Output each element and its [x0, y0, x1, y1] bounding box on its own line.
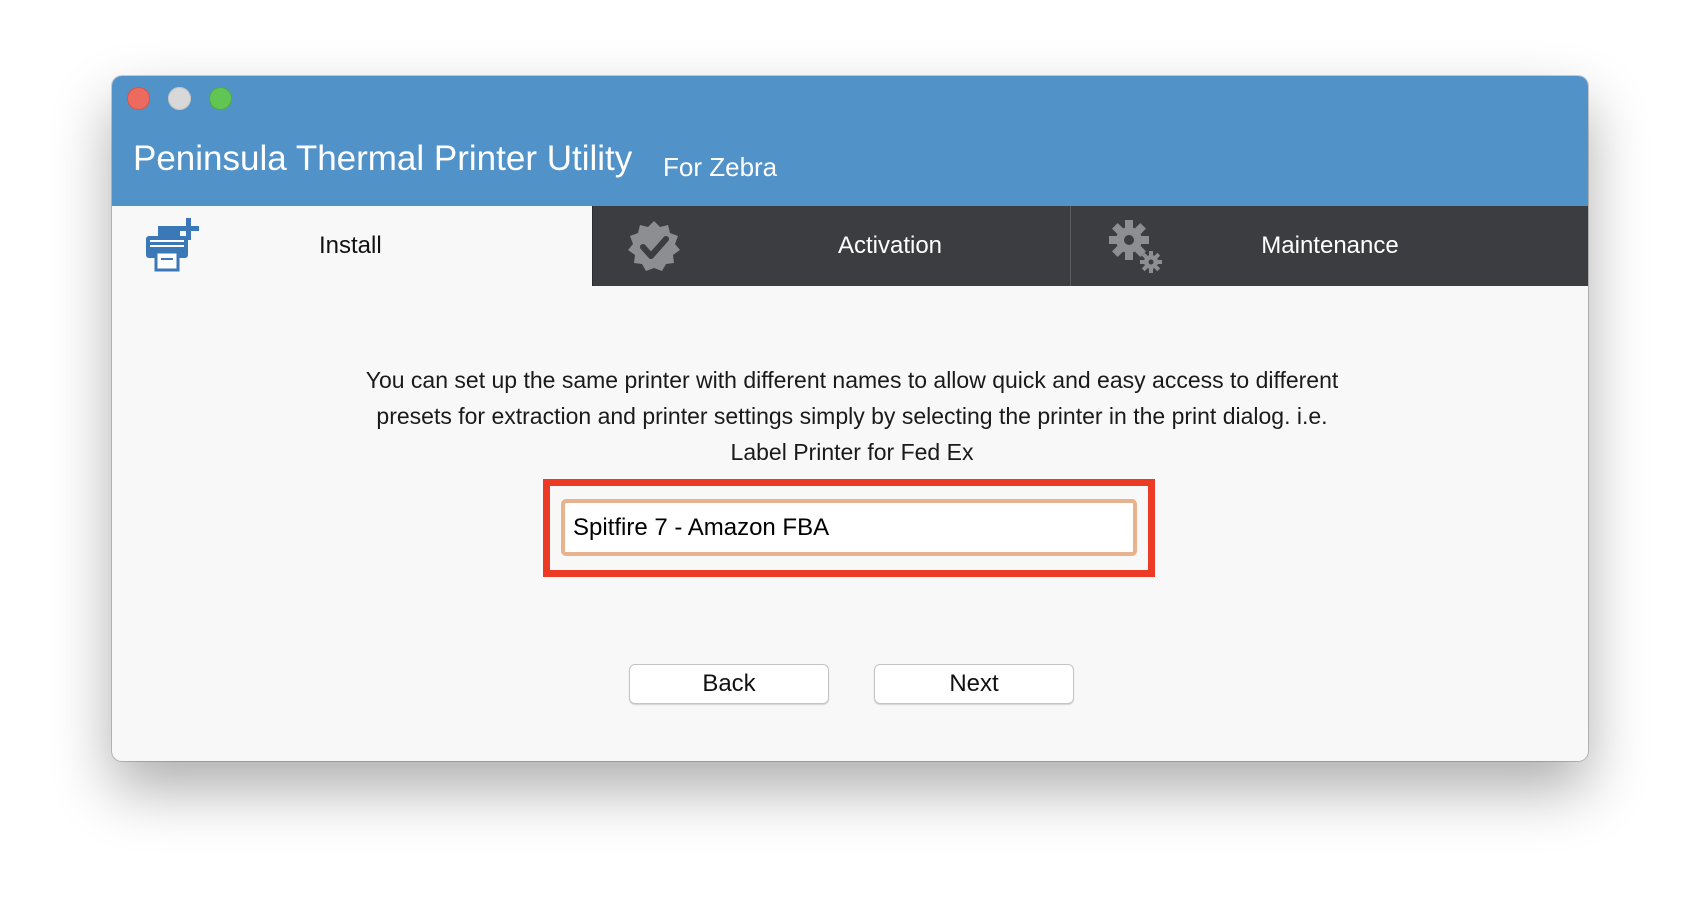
tab-maintenance[interactable]: Maintenance: [1070, 206, 1588, 286]
tab-activation[interactable]: Activation: [592, 206, 1070, 286]
title-bar: Peninsula Thermal Printer Utility For Ze…: [112, 76, 1588, 206]
app-subtitle: For Zebra: [663, 152, 778, 182]
tab-activation-label: Activation: [837, 232, 943, 259]
verified-badge-icon: [625, 218, 683, 276]
tab-bar: Install Activation Maintenance: [112, 206, 1588, 286]
tab-install-label: Install: [319, 232, 382, 259]
printer-add-icon: [142, 218, 200, 276]
minimize-window-button[interactable]: [168, 87, 191, 110]
close-window-button[interactable]: [127, 87, 150, 110]
printer-name-input[interactable]: [561, 499, 1137, 556]
back-button[interactable]: Back: [629, 664, 829, 704]
tab-install[interactable]: Install: [112, 206, 592, 286]
gears-icon: [1107, 218, 1165, 276]
tab-maintenance-label: Maintenance: [1261, 232, 1399, 259]
app-title: Peninsula Thermal Printer Utility: [133, 139, 633, 178]
install-description: You can set up the same printer with dif…: [365, 367, 1339, 465]
next-button[interactable]: Next: [874, 664, 1074, 704]
app-window: Peninsula Thermal Printer Utility For Ze…: [112, 76, 1588, 761]
maximize-window-button[interactable]: [209, 87, 232, 110]
